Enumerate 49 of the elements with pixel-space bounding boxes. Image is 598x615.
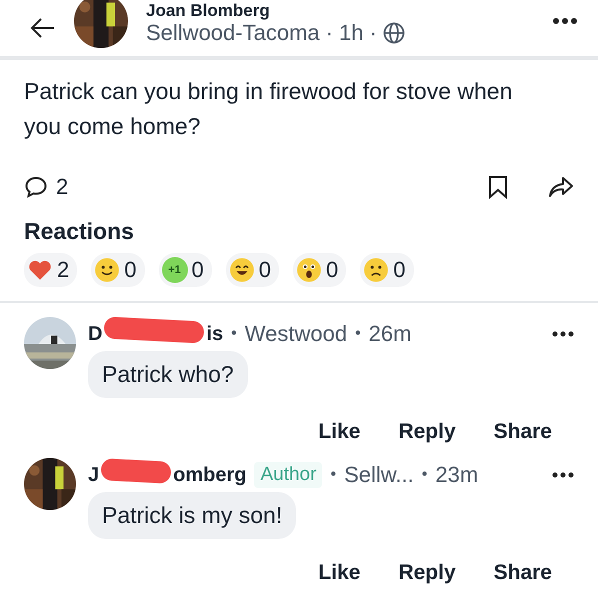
comment-time: 23m xyxy=(435,462,478,488)
comment-time: 26m xyxy=(368,321,412,347)
comment-count: 2 xyxy=(56,174,70,200)
separator: · xyxy=(326,20,333,46)
reaction-chip[interactable]: 0 xyxy=(226,253,279,287)
laugh-emoji-icon xyxy=(228,257,255,283)
plus-one-emoji: +1 xyxy=(162,257,188,283)
comment-action-link[interactable]: Reply xyxy=(398,561,456,585)
reaction-chip[interactable]: 0 xyxy=(293,253,346,287)
redaction-mark xyxy=(100,458,172,484)
sad-emoji-icon xyxy=(363,257,390,283)
comment-action-link[interactable]: Like xyxy=(318,420,360,444)
post-time: 1h xyxy=(338,20,364,46)
speech-bubble-icon[interactable] xyxy=(24,175,48,199)
reactions-heading: Reactions xyxy=(24,218,135,245)
comment-action-link[interactable]: Like xyxy=(318,561,360,585)
commenter-name[interactable]: J xyxy=(88,464,100,486)
reaction-chip[interactable]: 0 xyxy=(91,253,144,287)
separator: • xyxy=(422,466,428,484)
comment-action-link[interactable]: Reply xyxy=(398,420,456,444)
commenter-name[interactable]: D xyxy=(88,322,102,346)
reaction-chip[interactable]: +1 0 xyxy=(158,253,212,287)
author-name[interactable]: Joan Blomberg xyxy=(146,2,534,20)
reaction-chip[interactable]: 0 xyxy=(360,253,414,287)
post-text: Patrick can you bring in firewood for stove when you come home? xyxy=(24,77,514,141)
comment-action-link[interactable]: Share xyxy=(494,420,552,444)
wow-emoji-icon xyxy=(296,257,322,283)
separator: • xyxy=(355,325,361,343)
more-icon[interactable] xyxy=(552,17,578,25)
globe-icon xyxy=(382,22,405,44)
commenter-name[interactable]: omberg xyxy=(173,464,246,486)
smile-emoji-icon xyxy=(94,257,120,283)
author-tag: Author xyxy=(254,462,322,488)
share-arrow-icon[interactable] xyxy=(548,175,574,199)
bookmark-icon[interactable] xyxy=(488,175,508,199)
separator: • xyxy=(330,466,336,484)
separator: • xyxy=(231,325,237,343)
neighborhood: Sellw... xyxy=(344,462,414,488)
more-icon[interactable] xyxy=(552,331,574,337)
more-icon[interactable] xyxy=(552,472,574,478)
commenter-name[interactable]: is xyxy=(206,322,224,346)
separator: · xyxy=(369,20,377,46)
neighborhood: Westwood xyxy=(244,321,348,347)
back-arrow-icon[interactable] xyxy=(30,17,56,39)
neighborhood: Sellwood-Tacoma xyxy=(146,20,320,46)
comment-text: Patrick who? xyxy=(88,351,248,398)
comment-text: Patrick is my son! xyxy=(88,492,296,539)
reaction-chip[interactable]: 2 xyxy=(24,253,78,287)
comment-action-link[interactable]: Share xyxy=(494,561,552,585)
